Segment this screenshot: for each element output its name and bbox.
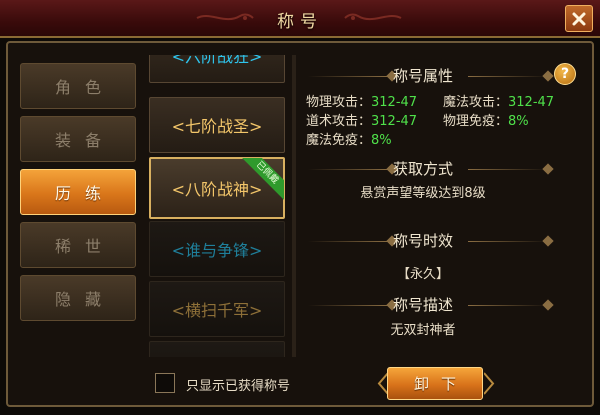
equipped-badge: 已佩戴 xyxy=(242,158,284,200)
title-card-empty xyxy=(149,341,285,357)
sidebar-item-role[interactable]: 角色 xyxy=(20,63,136,109)
stat-label: 物理攻击： xyxy=(306,95,372,110)
list-scrollbar[interactable] xyxy=(292,55,296,357)
show-obtained-label: 只显示已获得称号 xyxy=(186,379,291,394)
title-card-label: <横扫千军> xyxy=(171,301,263,320)
physical-attack-stat: 物理攻击：312-47 xyxy=(306,91,417,110)
help-button[interactable]: ? xyxy=(554,63,576,85)
sidebar-item-hidden[interactable]: 隐藏 xyxy=(20,275,136,321)
duration-text: 【永久】 xyxy=(396,267,449,282)
title-card[interactable]: <谁与争锋> xyxy=(149,221,285,277)
attributes-header: 称号属性 xyxy=(300,65,590,87)
stat-label: 魔法免疫： xyxy=(306,133,372,148)
sidebar-item-label: 隐藏 xyxy=(54,290,115,309)
stat-label: 物理免疫： xyxy=(443,114,509,129)
sidebar-item-experience[interactable]: 历练 xyxy=(20,169,136,215)
divider xyxy=(468,76,548,77)
divider xyxy=(468,169,548,170)
title-card[interactable]: <横扫千军> xyxy=(149,281,285,337)
stat-value: 8% xyxy=(508,114,529,129)
show-obtained-checkbox[interactable] xyxy=(155,373,175,393)
title-card-label: <谁与争锋> xyxy=(171,241,263,260)
sidebar-item-label: 稀世 xyxy=(54,237,115,256)
sidebar-item-label: 装备 xyxy=(54,131,115,150)
stat-label: 道术攻击： xyxy=(306,114,372,129)
divider xyxy=(468,305,548,306)
question-icon: ? xyxy=(560,66,570,82)
title-list[interactable]: <六阶战狂> <七阶战圣> <八阶战神> 已佩戴 <谁与争锋> <横扫千军> xyxy=(147,55,287,357)
title-card[interactable]: <六阶战狂> xyxy=(149,55,285,83)
sidebar-item-label: 历练 xyxy=(54,184,115,203)
description-header: 称号描述 xyxy=(300,294,590,316)
stat-value: 312-47 xyxy=(508,95,555,110)
unload-button[interactable]: 卸下 xyxy=(387,367,483,400)
button-ornament-right-icon xyxy=(484,372,495,395)
stat-label: 魔法攻击： xyxy=(443,95,509,110)
sidebar-item-equipment[interactable]: 装备 xyxy=(20,116,136,162)
window-title: 称号 xyxy=(277,12,323,32)
close-button[interactable] xyxy=(565,5,593,32)
category-sidebar: 角色 装备 历练 稀世 隐藏 xyxy=(20,63,136,328)
duration-header: 称号时效 xyxy=(300,230,590,252)
divider xyxy=(468,241,548,242)
stat-value: 312-47 xyxy=(371,95,418,110)
physical-immune-stat: 物理免疫：8% xyxy=(443,110,529,129)
title-card-label: <六阶战狂> xyxy=(171,55,263,66)
magic-immune-stat: 魔法免疫：8% xyxy=(306,129,392,148)
obtain-text: 悬赏声望等级达到8级 xyxy=(360,186,486,201)
obtain-header: 获取方式 xyxy=(300,158,590,180)
sidebar-item-rare[interactable]: 稀世 xyxy=(20,222,136,268)
stat-value: 312-47 xyxy=(371,114,418,129)
stat-value: 8% xyxy=(371,133,392,148)
equipped-badge-text: 已佩戴 xyxy=(242,158,284,200)
title-card-label: <七阶战圣> xyxy=(171,117,263,136)
title-card[interactable]: <七阶战圣> xyxy=(149,97,285,153)
description-text: 无双封神者 xyxy=(390,323,456,338)
sidebar-item-label: 角色 xyxy=(54,78,115,97)
close-icon xyxy=(572,12,586,25)
title-card-selected[interactable]: <八阶战神> 已佩戴 xyxy=(149,157,285,219)
magic-attack-stat: 魔法攻击：312-47 xyxy=(443,91,554,110)
title-ornament-right-icon xyxy=(344,13,402,21)
taoist-attack-stat: 道术攻击：312-47 xyxy=(306,110,417,129)
title-bar: 称号 xyxy=(0,0,600,38)
